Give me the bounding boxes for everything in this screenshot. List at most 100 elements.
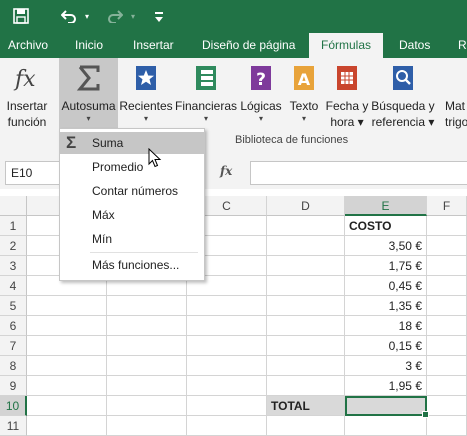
empty-cell[interactable] [427, 236, 467, 256]
autosum-button[interactable]: Autosuma ▾ [59, 58, 118, 128]
empty-cell[interactable] [27, 356, 107, 376]
empty-cell[interactable] [267, 276, 345, 296]
empty-cell[interactable] [267, 336, 345, 356]
select-all-corner[interactable] [0, 196, 27, 216]
empty-cell[interactable] [107, 396, 187, 416]
cell-e9[interactable]: 1,95 € [345, 376, 427, 396]
row-header[interactable]: 10 [0, 396, 27, 416]
recent-functions-button[interactable]: Recientes ▾ [118, 58, 174, 133]
empty-cell[interactable] [427, 376, 467, 396]
row-header[interactable]: 6 [0, 316, 27, 336]
tab-diseno-pagina[interactable]: Diseño de página [202, 33, 295, 58]
tab-datos[interactable]: Datos [399, 33, 430, 58]
tab-archivo[interactable]: Archivo [8, 33, 48, 58]
tab-formulas[interactable]: Fórmulas [309, 33, 383, 58]
financial-functions-button[interactable]: Financieras ▾ [175, 58, 237, 133]
date-time-functions-button[interactable]: Fecha y hora ▾ [325, 58, 369, 133]
menu-item-mas-funciones[interactable]: Más funciones... [60, 254, 204, 276]
menu-item-suma[interactable]: Σ Suma [60, 132, 204, 154]
row-header[interactable]: 8 [0, 356, 27, 376]
menu-item-contar-numeros[interactable]: Contar números [60, 180, 204, 202]
redo-dropdown-icon[interactable]: ▾ [128, 0, 138, 33]
menu-item-promedio[interactable]: Promedio [60, 156, 204, 178]
tab-insertar[interactable]: Insertar [133, 33, 174, 58]
cell-e1[interactable]: COSTO [345, 216, 427, 236]
tab-revisar[interactable]: R [458, 33, 467, 58]
cell-e8[interactable]: 3 € [345, 356, 427, 376]
row-header[interactable]: 3 [0, 256, 27, 276]
formula-input[interactable] [250, 161, 467, 185]
undo-dropdown-icon[interactable]: ▾ [82, 0, 92, 33]
empty-cell[interactable] [427, 316, 467, 336]
empty-cell[interactable] [427, 276, 467, 296]
insert-function-button[interactable]: fx Insertar función [2, 58, 52, 133]
empty-cell[interactable] [427, 296, 467, 316]
empty-cell[interactable] [427, 396, 467, 416]
empty-cell[interactable] [267, 236, 345, 256]
empty-cell[interactable] [427, 216, 467, 236]
empty-cell[interactable] [267, 316, 345, 336]
empty-cell[interactable] [267, 376, 345, 396]
fill-handle[interactable] [422, 411, 429, 418]
row-header[interactable]: 2 [0, 236, 27, 256]
row-header[interactable]: 5 [0, 296, 27, 316]
empty-cell[interactable] [187, 376, 267, 396]
empty-cell[interactable] [267, 296, 345, 316]
empty-cell[interactable] [267, 216, 345, 236]
row-header[interactable]: 4 [0, 276, 27, 296]
empty-cell[interactable] [187, 396, 267, 416]
cell-d10-total-label[interactable]: TOTAL [267, 396, 345, 416]
tab-inicio[interactable]: Inicio [75, 33, 103, 58]
column-header-d[interactable]: D [267, 196, 345, 216]
cell-e6[interactable]: 18 € [345, 316, 427, 336]
row-header[interactable]: 7 [0, 336, 27, 356]
cell-e2[interactable]: 3,50 € [345, 236, 427, 256]
empty-cell[interactable] [187, 316, 267, 336]
empty-cell[interactable] [187, 336, 267, 356]
customize-qat-icon[interactable] [152, 0, 166, 33]
lookup-reference-button[interactable]: Búsqueda y referencia ▾ [370, 58, 436, 133]
empty-cell[interactable] [267, 356, 345, 376]
text-functions-button[interactable]: A Texto ▾ [285, 58, 323, 133]
empty-cell[interactable] [187, 356, 267, 376]
logical-functions-button[interactable]: ? Lógicas ▾ [237, 58, 285, 133]
empty-cell[interactable] [27, 376, 107, 396]
empty-cell[interactable] [107, 296, 187, 316]
math-trig-button[interactable]: Mat trigor [437, 58, 467, 133]
empty-cell[interactable] [27, 336, 107, 356]
empty-cell[interactable] [27, 396, 107, 416]
empty-cell[interactable] [427, 336, 467, 356]
row-header[interactable]: 11 [0, 416, 27, 436]
empty-cell[interactable] [345, 416, 427, 436]
column-header-e[interactable]: E [345, 196, 427, 216]
empty-cell[interactable] [27, 316, 107, 336]
empty-cell[interactable] [107, 336, 187, 356]
insert-function-fx-button[interactable]: fx [220, 164, 232, 178]
name-box[interactable]: E10 [5, 161, 67, 185]
cell-e7[interactable]: 0,15 € [345, 336, 427, 356]
empty-cell[interactable] [107, 416, 187, 436]
empty-cell[interactable] [107, 356, 187, 376]
empty-cell[interactable] [267, 256, 345, 276]
empty-cell[interactable] [187, 296, 267, 316]
cell-e4[interactable]: 0,45 € [345, 276, 427, 296]
row-header[interactable]: 1 [0, 216, 27, 236]
empty-cell[interactable] [107, 376, 187, 396]
column-header-f[interactable]: F [427, 196, 467, 216]
cell-e5[interactable]: 1,35 € [345, 296, 427, 316]
empty-cell[interactable] [267, 416, 345, 436]
redo-icon[interactable] [104, 0, 126, 33]
empty-cell[interactable] [427, 356, 467, 376]
empty-cell[interactable] [27, 416, 107, 436]
menu-item-min[interactable]: Mín [60, 228, 204, 250]
empty-cell[interactable] [427, 256, 467, 276]
empty-cell[interactable] [187, 416, 267, 436]
cell-e10-active[interactable] [345, 396, 427, 416]
save-icon[interactable] [10, 0, 32, 33]
menu-item-max[interactable]: Máx [60, 204, 204, 226]
row-header[interactable]: 9 [0, 376, 27, 396]
empty-cell[interactable] [27, 296, 107, 316]
empty-cell[interactable] [427, 416, 467, 436]
cell-e3[interactable]: 1,75 € [345, 256, 427, 276]
undo-icon[interactable] [58, 0, 80, 33]
